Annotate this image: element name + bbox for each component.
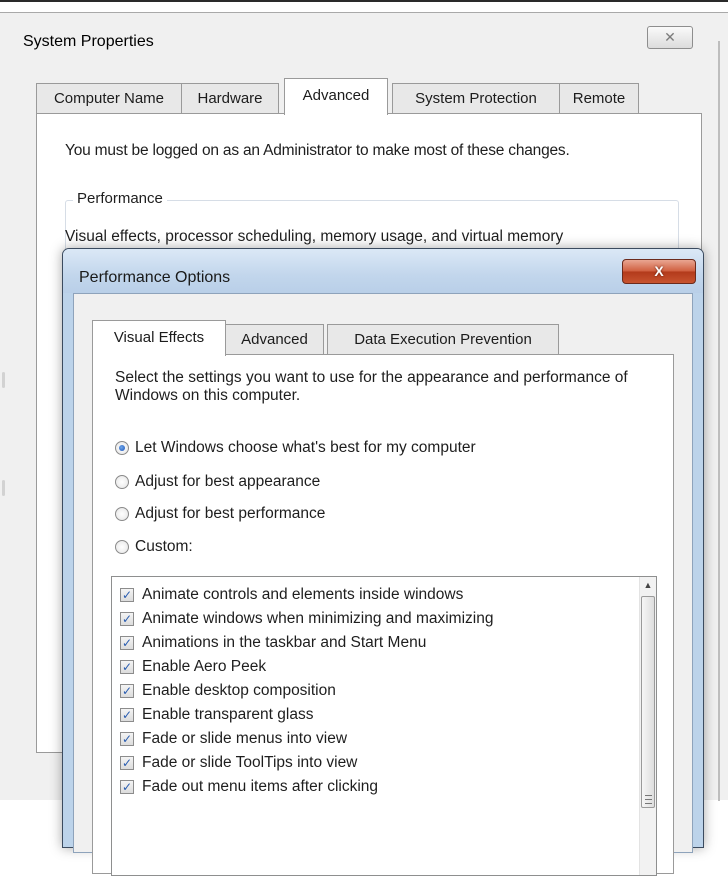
performance-description: Visual effects, processor scheduling, me… bbox=[65, 228, 564, 245]
checkbox[interactable]: ✓ bbox=[120, 779, 134, 794]
scroll-thumb[interactable] bbox=[641, 596, 655, 808]
list-item[interactable]: ✓ Enable desktop composition bbox=[120, 680, 336, 701]
effect-label: Animations in the taskbar and Start Menu bbox=[142, 633, 427, 651]
performance-options-body: Visual Effects Advanced Data Execution P… bbox=[73, 293, 693, 876]
effect-label: Fade or slide menus into view bbox=[142, 729, 348, 747]
visual-effects-list[interactable]: ✓ Animate controls and elements inside w… bbox=[111, 576, 657, 876]
system-properties-close-button[interactable]: ✕ bbox=[647, 26, 693, 49]
visual-effects-panel: Select the settings you want to use for … bbox=[92, 354, 674, 876]
list-item[interactable]: ✓ Animations in the taskbar and Start Me… bbox=[120, 632, 426, 653]
effect-label: Fade or slide ToolTips into view bbox=[142, 753, 358, 771]
radio-button[interactable] bbox=[115, 507, 129, 521]
checkbox[interactable]: ✓ bbox=[120, 635, 134, 650]
background-artifact bbox=[2, 480, 5, 496]
performance-options-dialog: Performance Options X Visual Effects Adv… bbox=[62, 248, 704, 876]
tab-advanced-perf[interactable]: Advanced bbox=[225, 324, 324, 355]
window-edge bbox=[718, 41, 720, 801]
radio-button[interactable] bbox=[115, 540, 129, 554]
effect-label: Animate controls and elements inside win… bbox=[142, 585, 464, 603]
checkbox[interactable]: ✓ bbox=[120, 587, 134, 602]
scroll-up-arrow-icon[interactable]: ▲ bbox=[640, 577, 656, 594]
list-item[interactable]: ✓ Animate windows when minimizing and ma… bbox=[120, 608, 493, 629]
list-item[interactable]: ✓ Enable transparent glass bbox=[120, 704, 313, 725]
tab-remote[interactable]: Remote bbox=[559, 83, 639, 114]
tab-visual-effects[interactable]: Visual Effects bbox=[92, 320, 226, 356]
effect-label: Fade out menu items after clicking bbox=[142, 777, 379, 795]
radio-best-performance[interactable]: Adjust for best performance bbox=[115, 503, 325, 525]
radio-let-windows-choose[interactable]: Let Windows choose what's best for my co… bbox=[115, 437, 476, 459]
vertical-scrollbar[interactable]: ▲ bbox=[639, 577, 656, 875]
scroll-grip-icon bbox=[645, 795, 652, 804]
checkbox[interactable]: ✓ bbox=[120, 659, 134, 674]
radio-label: Adjust for best appearance bbox=[135, 473, 321, 490]
tab-advanced[interactable]: Advanced bbox=[284, 78, 388, 115]
list-item[interactable]: ✓ Enable Aero Peek bbox=[120, 656, 266, 677]
checkbox[interactable]: ✓ bbox=[120, 731, 134, 746]
effect-label: Enable transparent glass bbox=[142, 705, 314, 723]
tab-hardware[interactable]: Hardware bbox=[181, 83, 279, 114]
radio-button[interactable] bbox=[115, 475, 129, 489]
radio-label: Let Windows choose what's best for my co… bbox=[135, 439, 476, 456]
effect-label: Enable Aero Peek bbox=[142, 657, 267, 675]
list-item[interactable]: ✓ Fade out menu items after clicking bbox=[120, 776, 378, 797]
checkbox[interactable]: ✓ bbox=[120, 611, 134, 626]
admin-notice: You must be logged on as an Administrato… bbox=[65, 142, 570, 159]
tab-data-execution-prevention[interactable]: Data Execution Prevention bbox=[327, 324, 559, 355]
performance-options-titlebar[interactable]: Performance Options X bbox=[63, 249, 703, 293]
background-artifact bbox=[2, 372, 5, 388]
radio-best-appearance[interactable]: Adjust for best appearance bbox=[115, 471, 320, 493]
list-item[interactable]: ✓ Fade or slide menus into view bbox=[120, 728, 347, 749]
radio-custom[interactable]: Custom: bbox=[115, 536, 193, 558]
effect-label: Animate windows when minimizing and maxi… bbox=[142, 609, 494, 627]
tab-computer-name[interactable]: Computer Name bbox=[36, 83, 182, 114]
performance-options-close-button[interactable]: X bbox=[622, 259, 696, 284]
performance-options-title: Performance Options bbox=[79, 269, 231, 286]
radio-label: Adjust for best performance bbox=[135, 505, 326, 522]
radio-button-selected[interactable] bbox=[115, 441, 129, 455]
top-edge-line bbox=[0, 0, 728, 2]
checkbox[interactable]: ✓ bbox=[120, 755, 134, 770]
effect-label: Enable desktop composition bbox=[142, 681, 336, 699]
tab-system-protection[interactable]: System Protection bbox=[392, 83, 560, 114]
checkbox[interactable]: ✓ bbox=[120, 683, 134, 698]
checkbox[interactable]: ✓ bbox=[120, 707, 134, 722]
radio-label: Custom: bbox=[135, 538, 193, 555]
list-item[interactable]: ✓ Animate controls and elements inside w… bbox=[120, 584, 463, 605]
system-properties-title: System Properties bbox=[23, 33, 154, 50]
visual-effects-description: Select the settings you want to use for … bbox=[115, 369, 628, 404]
list-item[interactable]: ✓ Fade or slide ToolTips into view bbox=[120, 752, 357, 773]
performance-group-label: Performance bbox=[73, 190, 167, 207]
